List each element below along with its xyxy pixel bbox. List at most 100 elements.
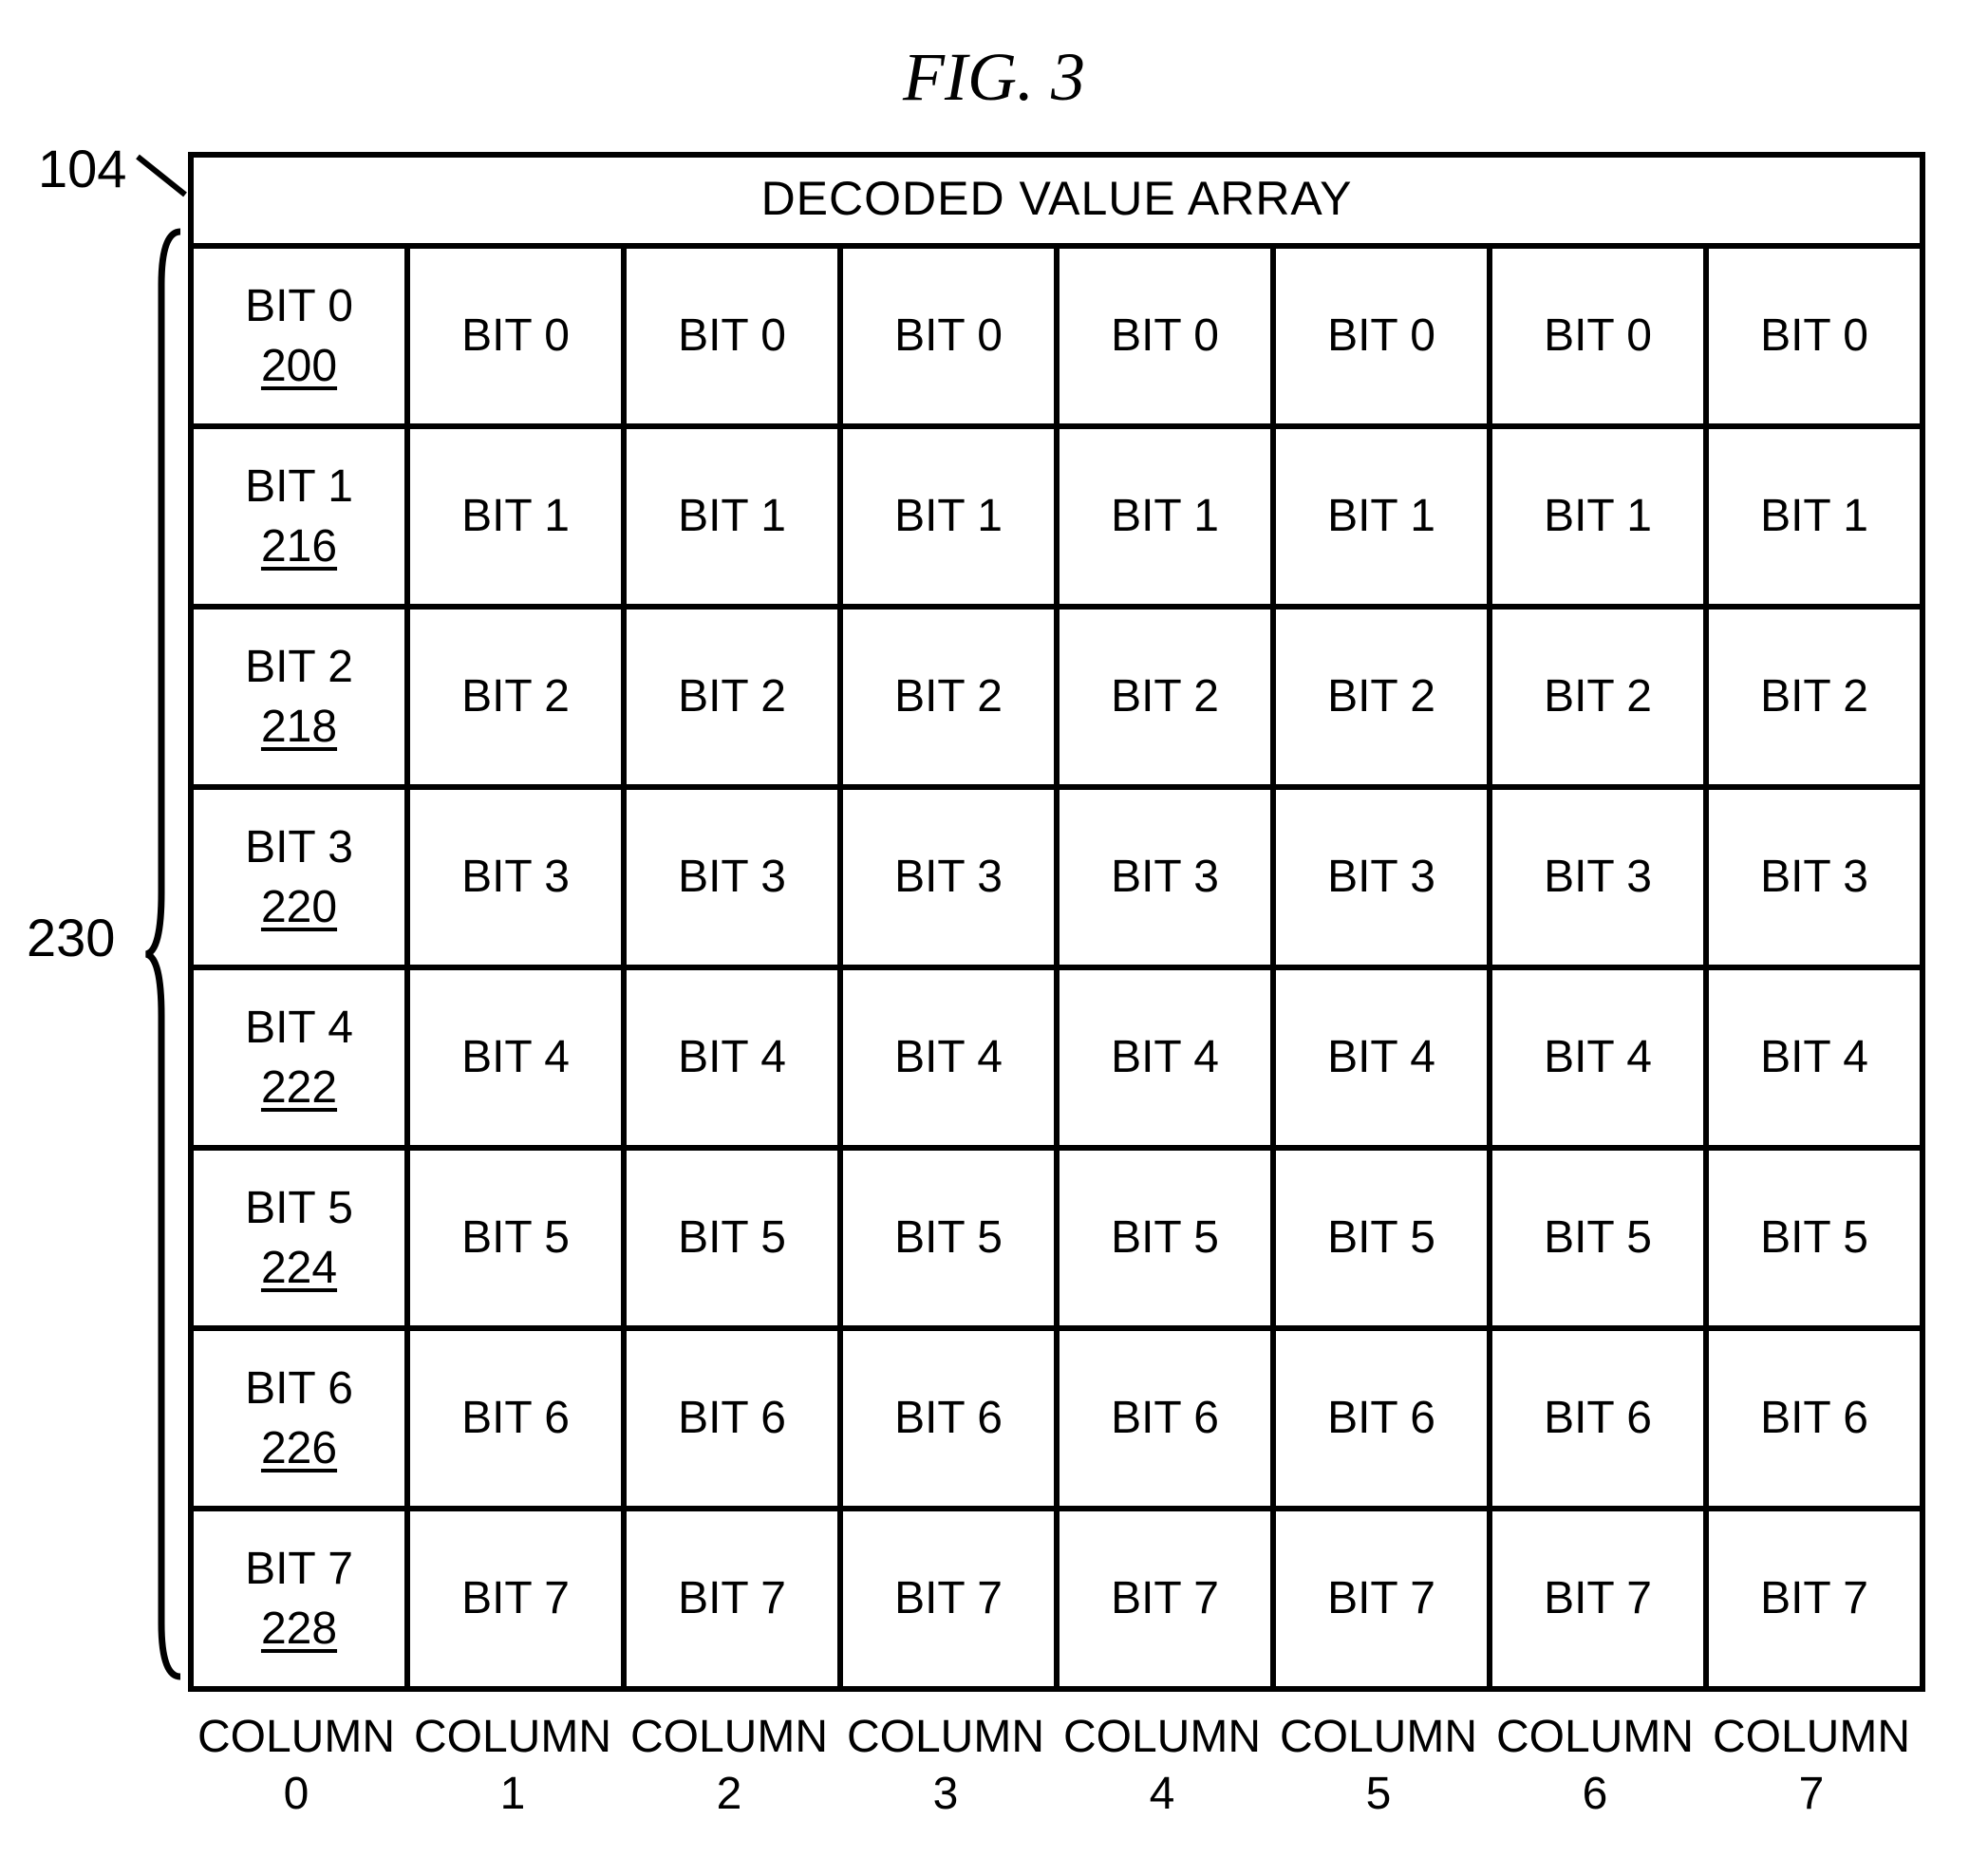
bit-label: BIT 1 xyxy=(245,460,353,513)
bit-label: BIT 7 xyxy=(245,1543,353,1595)
column-label-word: COLUMN xyxy=(404,1709,621,1766)
bit-label: BIT 7 xyxy=(1327,1572,1435,1624)
bit-label: BIT 5 xyxy=(461,1211,570,1264)
bit-label: BIT 7 xyxy=(461,1572,570,1624)
bit-label: BIT 2 xyxy=(1327,670,1435,722)
bit-label: BIT 6 xyxy=(894,1392,1003,1444)
column-label: COLUMN0 xyxy=(188,1709,404,1823)
decoded-value-array-table: DECODED VALUE ARRAY BIT 0200BIT 0BIT 0BI… xyxy=(188,152,1925,1823)
bit-label: BIT 6 xyxy=(678,1392,786,1444)
array-cell: BIT 7 xyxy=(1490,1509,1706,1689)
array-cell: BIT 7 xyxy=(1273,1509,1490,1689)
array-cell: BIT 7 xyxy=(840,1509,1057,1689)
array-cell: BIT 7 xyxy=(624,1509,840,1689)
array-cell: BIT 0 xyxy=(840,246,1057,426)
table-header: DECODED VALUE ARRAY xyxy=(191,155,1922,246)
column-label-word: COLUMN xyxy=(1270,1709,1487,1766)
bit-label: BIT 5 xyxy=(1327,1211,1435,1264)
bit-label: BIT 0 xyxy=(1327,310,1435,362)
array-cell: BIT 6 xyxy=(1057,1328,1273,1509)
bit-label: BIT 2 xyxy=(678,670,786,722)
bit-label: BIT 4 xyxy=(245,1002,353,1054)
array-cell: BIT 0 xyxy=(1057,246,1273,426)
column-label: COLUMN7 xyxy=(1703,1709,1920,1823)
array-cell: BIT 6 xyxy=(1490,1328,1706,1509)
cell-reference-number: 220 xyxy=(261,881,337,933)
reference-number-104: 104 xyxy=(38,138,126,199)
bit-label: BIT 3 xyxy=(245,821,353,873)
array-cell: BIT 2 xyxy=(1057,607,1273,787)
table-row: BIT 2218BIT 2BIT 2BIT 2BIT 2BIT 2BIT 2BI… xyxy=(191,607,1922,787)
column-label-index: 5 xyxy=(1270,1766,1487,1823)
array-cell: BIT 5 224 xyxy=(191,1148,407,1328)
column-label-word: COLUMN xyxy=(188,1709,404,1766)
array-cell: BIT 0 xyxy=(1490,246,1706,426)
bit-label: BIT 1 xyxy=(1111,490,1219,542)
bit-label: BIT 6 xyxy=(461,1392,570,1444)
array-cell: BIT 1 xyxy=(624,426,840,607)
array-cell: BIT 7 228 xyxy=(191,1509,407,1689)
column-label: COLUMN4 xyxy=(1054,1709,1270,1823)
array-cell: BIT 2 xyxy=(1490,607,1706,787)
array-cell: BIT 1 xyxy=(1490,426,1706,607)
bit-label: BIT 1 xyxy=(1760,490,1868,542)
bit-label: BIT 3 xyxy=(1327,851,1435,903)
bit-label: BIT 5 xyxy=(1544,1211,1652,1264)
figure-title: FIG. 3 xyxy=(0,38,1988,117)
column-label: COLUMN6 xyxy=(1487,1709,1703,1823)
bit-label: BIT 7 xyxy=(1760,1572,1868,1624)
column-label-index: 7 xyxy=(1703,1766,1920,1823)
array-cell: BIT 6 xyxy=(1706,1328,1922,1509)
table-row: BIT 5224BIT 5BIT 5BIT 5BIT 5BIT 5BIT 5BI… xyxy=(191,1148,1922,1328)
array-cell: BIT 0 xyxy=(1706,246,1922,426)
bit-label: BIT 0 xyxy=(1544,310,1652,362)
bit-label: BIT 1 xyxy=(1327,490,1435,542)
bit-label: BIT 7 xyxy=(1111,1572,1219,1624)
column-label-index: 4 xyxy=(1054,1766,1270,1823)
array-cell: BIT 3 xyxy=(1706,787,1922,967)
array-cell: BIT 1 xyxy=(1057,426,1273,607)
cell-reference-number: 228 xyxy=(261,1603,337,1655)
bit-label: BIT 5 xyxy=(894,1211,1003,1264)
bit-label: BIT 0 xyxy=(678,310,786,362)
bit-label: BIT 5 xyxy=(245,1182,353,1234)
bit-label: BIT 3 xyxy=(1544,851,1652,903)
array-cell: BIT 5 xyxy=(407,1148,624,1328)
array-cell: BIT 6 xyxy=(624,1328,840,1509)
array-cell: BIT 0200 xyxy=(191,246,407,426)
array-cell: BIT 0 xyxy=(407,246,624,426)
cell-reference-number: 226 xyxy=(261,1422,337,1474)
array-cell: BIT 5 xyxy=(1490,1148,1706,1328)
bit-label: BIT 3 xyxy=(461,851,570,903)
array-cell: BIT 1 xyxy=(840,426,1057,607)
table-row: BIT 6226BIT 6BIT 6BIT 6BIT 6BIT 6BIT 6BI… xyxy=(191,1328,1922,1509)
bit-label: BIT 6 xyxy=(1544,1392,1652,1444)
array-cell: BIT 5 xyxy=(1706,1148,1922,1328)
array-cell: BIT 4 xyxy=(1490,967,1706,1148)
array-cell: BIT 2 xyxy=(840,607,1057,787)
bit-label: BIT 2 xyxy=(1544,670,1652,722)
bit-label: BIT 2 xyxy=(894,670,1003,722)
column-label-index: 1 xyxy=(404,1766,621,1823)
column-label-word: COLUMN xyxy=(1487,1709,1703,1766)
column-label-index: 0 xyxy=(188,1766,404,1823)
bit-label: BIT 4 xyxy=(678,1031,786,1083)
column-label-word: COLUMN xyxy=(1054,1709,1270,1766)
array-cell: BIT 2 xyxy=(624,607,840,787)
array-cell: BIT 4 xyxy=(840,967,1057,1148)
cell-reference-number: 224 xyxy=(261,1242,337,1294)
array-cell: BIT 0 xyxy=(1273,246,1490,426)
array-cell: BIT 4 xyxy=(624,967,840,1148)
reference-number-230: 230 xyxy=(27,907,115,968)
bit-label: BIT 7 xyxy=(1544,1572,1652,1624)
table-row: BIT 1216BIT 1BIT 1BIT 1BIT 1BIT 1BIT 1BI… xyxy=(191,426,1922,607)
bit-label: BIT 3 xyxy=(1111,851,1219,903)
bit-label: BIT 1 xyxy=(1544,490,1652,542)
array-cell: BIT 1 xyxy=(1273,426,1490,607)
array-cell: BIT 3 xyxy=(1273,787,1490,967)
bit-label: BIT 6 xyxy=(1111,1392,1219,1444)
array-cell: BIT 5 xyxy=(624,1148,840,1328)
table-row: BIT 4222BIT 4BIT 4BIT 4BIT 4BIT 4BIT 4BI… xyxy=(191,967,1922,1148)
array-cell: BIT 7 xyxy=(407,1509,624,1689)
bit-label: BIT 2 xyxy=(1111,670,1219,722)
